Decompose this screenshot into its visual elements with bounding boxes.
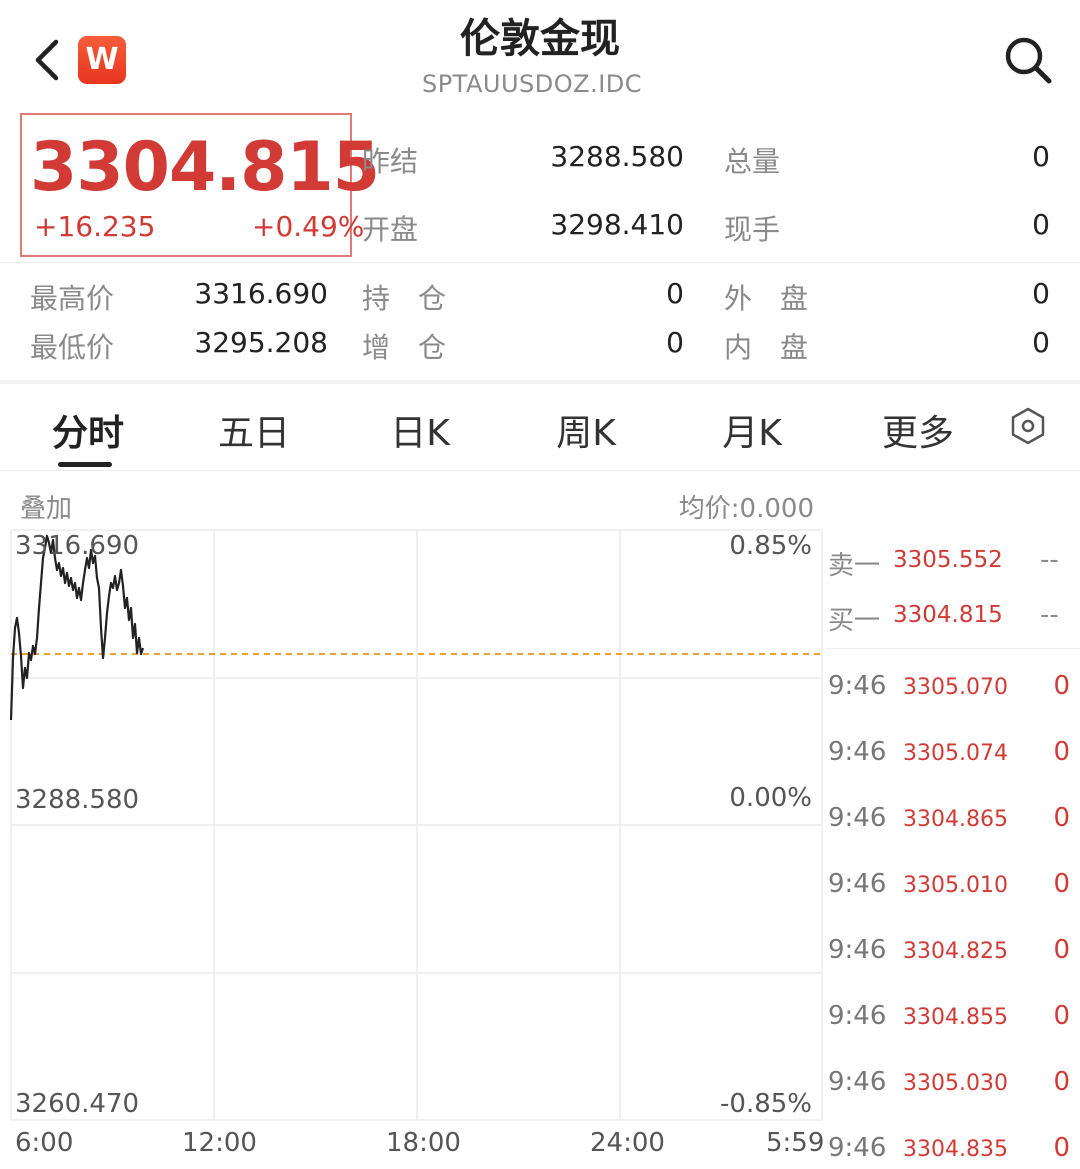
tick-time: 9:46: [828, 803, 887, 833]
outer-label: 外 盘: [724, 282, 809, 315]
instrument-code: SPTAUUSDOZ.IDC: [421, 70, 643, 98]
tick-volume: 0: [1053, 869, 1070, 899]
tick-volume: 0: [1053, 671, 1070, 701]
total-volume-value: 0: [1032, 140, 1050, 173]
tick-volume: 0: [1053, 803, 1070, 833]
price-line: [9, 534, 145, 721]
tick-time: 9:46: [828, 671, 887, 701]
tick-price: 3305.030: [903, 1071, 1008, 1096]
high-value: 3316.690: [194, 277, 328, 310]
tick-time: 9:46: [828, 1067, 887, 1097]
intraday-chart[interactable]: [0, 528, 826, 1128]
section-divider: [0, 380, 1080, 384]
open-value: 3298.410: [550, 208, 684, 241]
time-label-noon: 12:00: [182, 1128, 257, 1158]
tick-time: 9:46: [828, 1133, 887, 1163]
chart-min-price: 3260.470: [15, 1089, 140, 1119]
divider: [0, 470, 1080, 471]
tick-volume: 0: [1053, 1133, 1070, 1163]
inner-value: 0: [1032, 326, 1050, 359]
overlay-button[interactable]: 叠加: [20, 488, 72, 525]
divider: [826, 648, 1080, 649]
outer-value: 0: [1032, 277, 1050, 310]
last-price: 3304.815: [30, 128, 380, 207]
chart-max-pct: 0.85%: [729, 531, 812, 561]
position-label: 持 仓: [362, 282, 447, 315]
tick-price: 3305.074: [903, 741, 1008, 766]
tick-time: 9:46: [828, 935, 887, 965]
low-value: 3295.208: [194, 326, 328, 359]
time-label-end: 5:59: [766, 1128, 825, 1158]
tab-intraday[interactable]: 分时: [38, 404, 138, 456]
high-label: 最高价: [30, 282, 115, 315]
tab-five-day[interactable]: 五日: [204, 404, 304, 456]
tab-weekly-k[interactable]: 周K: [536, 404, 636, 456]
chart-mid-pct: 0.00%: [729, 783, 812, 813]
chart-mid-price: 3288.580: [15, 785, 140, 815]
buy1-label: 买一: [828, 606, 881, 636]
time-label-midnight: 24:00: [590, 1128, 665, 1158]
page-title: 伦敦金现: [460, 16, 620, 62]
avg-price-label: 均价:0.000: [678, 494, 814, 524]
chart-max-price: 3316.690: [15, 531, 140, 561]
settings-hexagon-icon[interactable]: [1008, 406, 1048, 446]
position-value: 0: [666, 277, 684, 310]
tick-volume: 0: [1053, 1067, 1070, 1097]
tab-monthly-k[interactable]: 月K: [702, 404, 802, 456]
tick-price: 3304.865: [903, 807, 1008, 832]
low-label: 最低价: [30, 331, 115, 364]
tab-more[interactable]: 更多: [868, 404, 968, 456]
sell1-volume: --: [1040, 545, 1059, 575]
divider: [0, 262, 1080, 263]
tick-volume: 0: [1053, 737, 1070, 767]
tick-time: 9:46: [828, 737, 887, 767]
current-hand-label: 现手: [724, 213, 781, 246]
price-change-percent: +0.49%: [252, 210, 365, 243]
current-hand-value: 0: [1032, 208, 1050, 241]
time-label-start: 6:00: [15, 1128, 74, 1158]
prev-settle-value: 3288.580: [550, 140, 684, 173]
tick-time: 9:46: [828, 869, 887, 899]
price-change: +16.235: [34, 210, 156, 243]
tick-price: 3305.010: [903, 873, 1008, 898]
open-label: 开盘: [362, 213, 419, 246]
buy1-volume: --: [1040, 600, 1059, 630]
increase-label: 增 仓: [362, 331, 447, 364]
tick-price: 3304.835: [903, 1137, 1008, 1162]
search-icon[interactable]: [1002, 34, 1054, 86]
increase-value: 0: [666, 326, 684, 359]
tab-active-indicator: [58, 462, 112, 467]
prev-settle-label: 昨结: [362, 145, 419, 178]
tick-volume: 0: [1053, 1001, 1070, 1031]
tick-time: 9:46: [828, 1001, 887, 1031]
tab-daily-k[interactable]: 日K: [370, 404, 470, 456]
tick-volume: 0: [1053, 935, 1070, 965]
total-volume-label: 总量: [724, 145, 781, 178]
tick-price: 3304.855: [903, 1005, 1008, 1030]
time-label-evening: 18:00: [386, 1128, 461, 1158]
buy1-price: 3304.815: [893, 602, 1003, 628]
tick-price: 3304.825: [903, 939, 1008, 964]
chart-min-pct: -0.85%: [720, 1089, 812, 1119]
tick-price: 3305.070: [903, 675, 1008, 700]
inner-label: 内 盘: [724, 331, 809, 364]
sell1-price: 3305.552: [893, 547, 1003, 573]
sell1-label: 卖一: [828, 551, 881, 581]
